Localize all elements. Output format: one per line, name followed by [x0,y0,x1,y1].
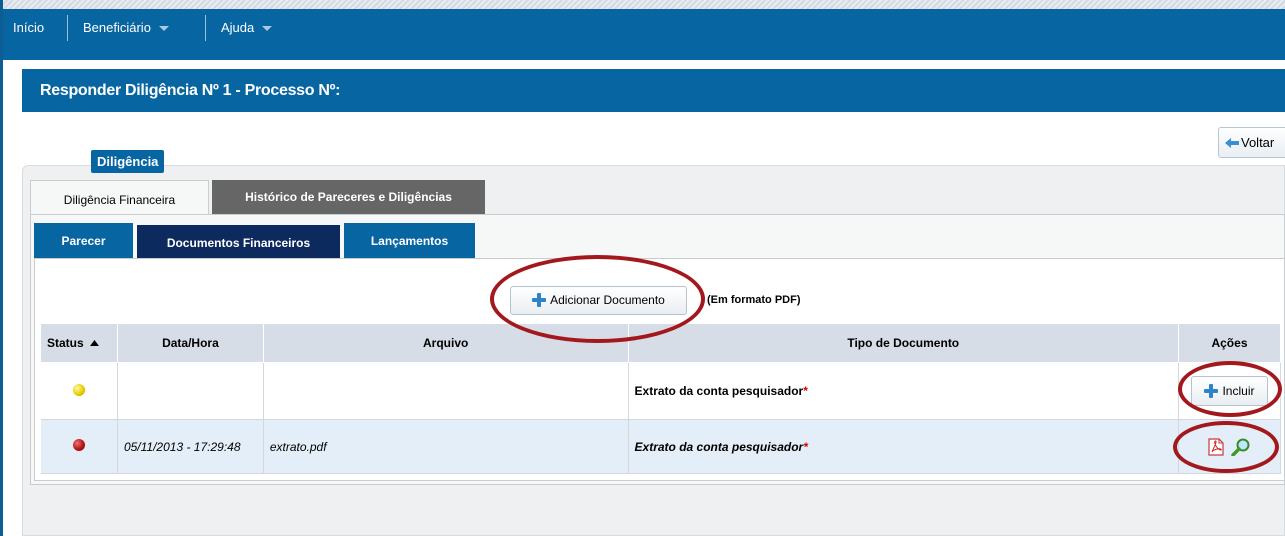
diligencia-label: Diligência [91,150,165,173]
top-stripe [3,0,1285,9]
add-document-label: Adicionar Documento [550,293,665,307]
nav-inicio[interactable]: Início [5,9,52,46]
search-icon[interactable] [1230,438,1251,457]
add-document-button[interactable]: Adicionar Documento [510,286,687,315]
status-cell [40,362,118,420]
page-title: Responder Diligência Nº 1 - Processo Nº: [22,69,1285,112]
voltar-label: Voltar [1241,135,1275,150]
column-header-acoes: Ações [1177,323,1282,363]
nav-separator [205,15,206,41]
nav-beneficiario-label: Beneficiário [83,20,151,35]
plus-icon [532,293,547,307]
tipo-cell: Extrato da conta pesquisador* [628,419,1179,474]
incluir-label: Incluir [1222,384,1255,398]
nav-ajuda[interactable]: Ajuda [213,9,280,46]
column-header-datahora: Data/Hora [116,323,264,363]
status-sent-icon [72,439,85,451]
nav-separator [67,15,68,41]
tab-historico[interactable]: Histórico de Pareceres e Diligências [212,180,485,214]
voltar-button[interactable]: Voltar [1218,127,1285,158]
documents-table: Status Data/Hora Arquivo Tipo de Documen… [40,323,1282,474]
nav-beneficiario[interactable]: Beneficiário [75,9,177,46]
arrow-left-icon [1225,138,1239,148]
top-navbar: Início Beneficiário Ajuda [3,9,1285,60]
datahora-cell [117,362,264,420]
tipo-label: Extrato da conta pesquisador [634,384,804,398]
column-header-tipo: Tipo de Documento [627,323,1179,363]
pdf-format-note: (Em formato PDF) [707,294,801,306]
acoes-cell: Incluir [1178,362,1282,420]
chevron-down-icon [262,26,273,32]
status-header-label: Status [47,336,84,350]
chevron-down-icon [158,26,169,32]
tipo-label: Extrato da conta pesquisador [634,439,804,454]
subtab-documentos-financeiros[interactable]: Documentos Financeiros [137,225,340,261]
left-edge-bar [0,0,3,536]
table-header-row: Status Data/Hora Arquivo Tipo de Documen… [40,323,1282,363]
tab-diligencia-financeira[interactable]: Diligência Financeira [30,180,209,215]
datahora-cell: 05/11/2013 - 17:29:48 [117,419,264,474]
acoes-cell [1178,419,1282,474]
arquivo-cell: extrato.pdf [263,419,629,474]
table-row: Extrato da conta pesquisador* Incluir [40,362,1282,420]
required-marker: * [803,439,808,454]
column-header-arquivo: Arquivo [262,323,629,363]
status-cell [40,419,118,474]
incluir-button[interactable]: Incluir [1190,376,1268,406]
table-row: 05/11/2013 - 17:29:48 extrato.pdf Extrat… [40,419,1282,474]
sort-ascending-icon [90,340,100,346]
pdf-icon[interactable] [1208,437,1224,456]
plus-icon [1204,384,1219,398]
required-marker: * [803,384,808,398]
tipo-cell: Extrato da conta pesquisador* [628,362,1179,420]
arquivo-cell [263,362,629,420]
column-header-status[interactable]: Status [40,323,118,363]
status-pending-icon [72,383,85,396]
subtab-lancamentos[interactable]: Lançamentos [344,223,475,259]
subtab-parecer[interactable]: Parecer [34,223,133,259]
nav-ajuda-label: Ajuda [221,20,255,35]
